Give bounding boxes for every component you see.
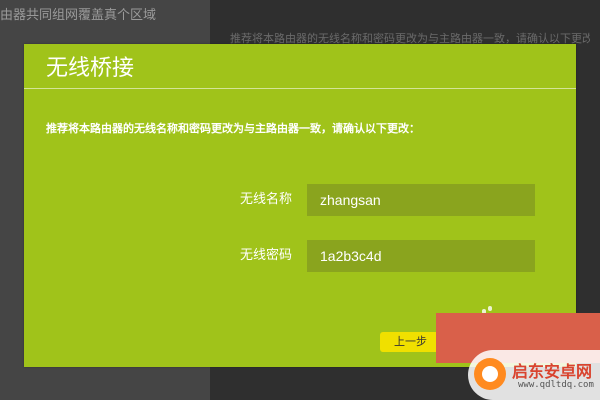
- wireless-name-field[interactable]: zhangsan: [307, 184, 535, 216]
- watermark-logo-icon: [474, 358, 506, 390]
- site-watermark: 启东安卓网 www.qdltdq.com: [468, 350, 600, 400]
- watermark-title: 启东安卓网: [512, 362, 593, 381]
- wireless-password-field[interactable]: 1a2b3c4d: [307, 240, 535, 272]
- previous-step-button[interactable]: 上一步: [380, 332, 442, 352]
- wireless-password-label: 无线密码: [239, 248, 292, 263]
- dialog-title: 无线桥接: [46, 56, 135, 81]
- wireless-name-label: 无线名称: [239, 192, 292, 207]
- dialog-description: 推荐将本路由器的无线名称和密码更改为与主路由器一致，请确认以下更改：: [46, 122, 420, 135]
- background-header-text: 由器共同组网覆盖真个区域: [0, 8, 157, 23]
- dialog-divider: [24, 88, 576, 89]
- watermark-url: www.qdltdq.com: [518, 380, 594, 390]
